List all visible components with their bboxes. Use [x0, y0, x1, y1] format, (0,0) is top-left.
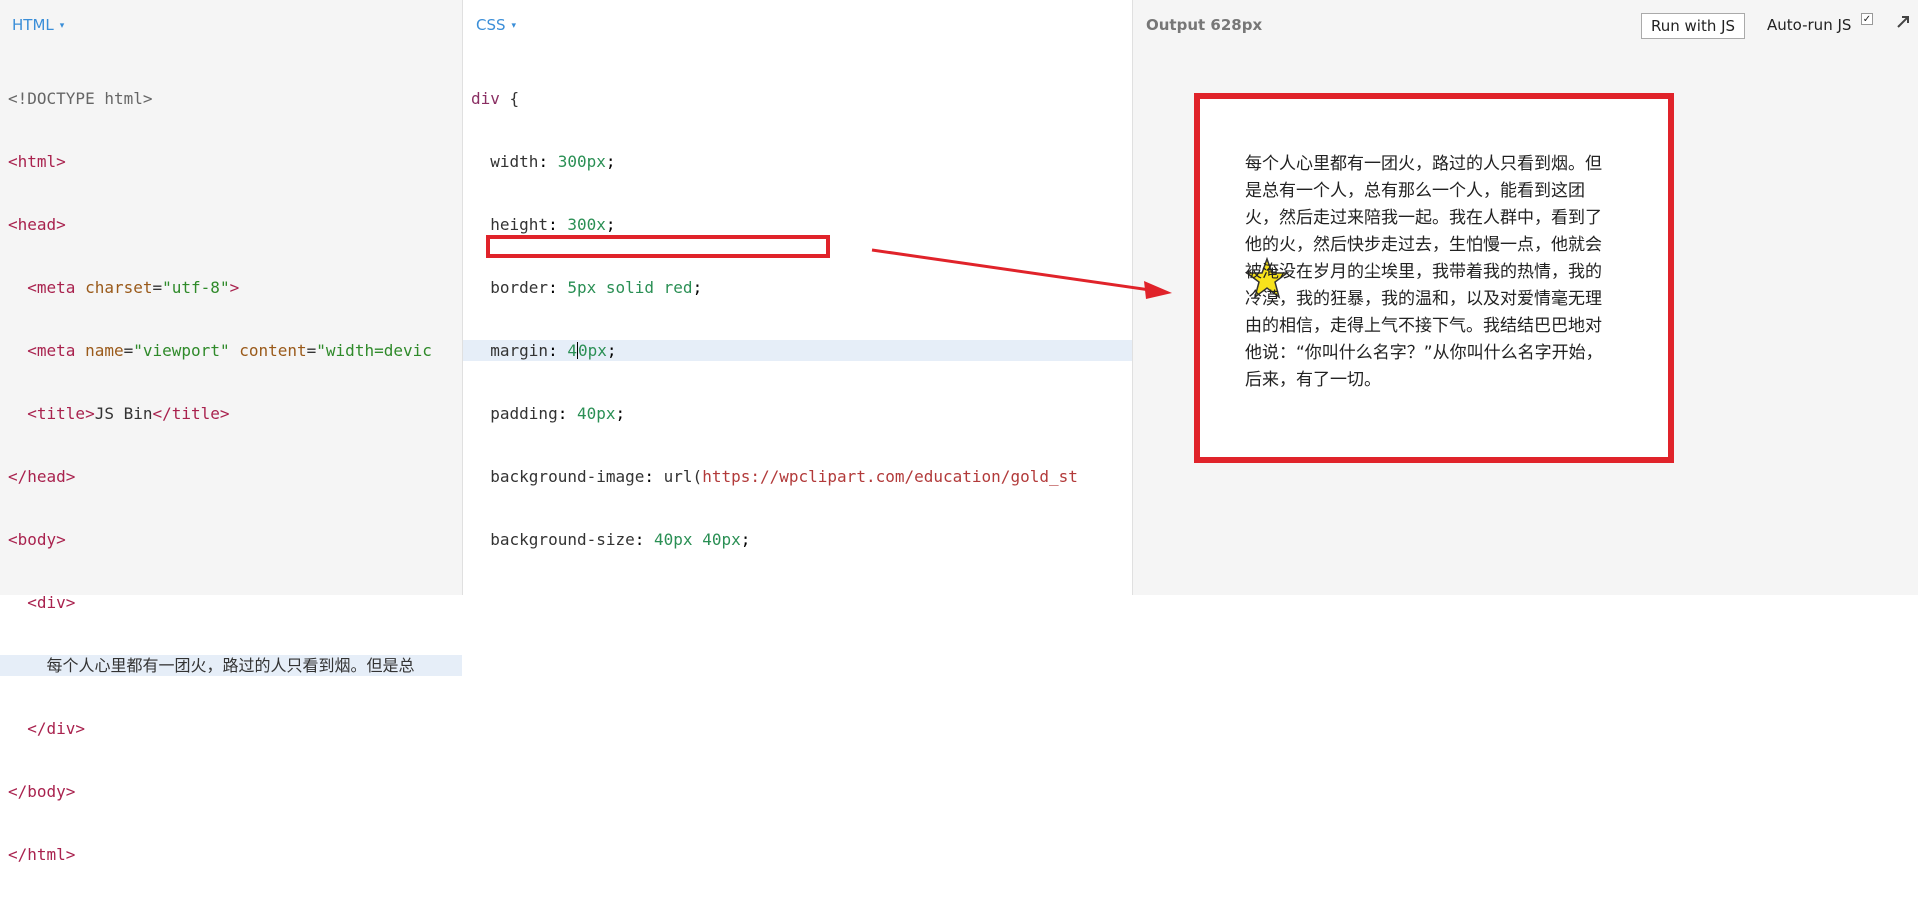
- chevron-down-icon[interactable]: ▾: [60, 21, 65, 31]
- rendered-div-box: 每个人心里都有一团火，路过的人只看到烟。但是总有一个人，总有那么一个人，能看到这…: [1194, 93, 1674, 463]
- css-panel-label[interactable]: CSS ▾: [476, 16, 516, 34]
- code-line: <title>JS Bin</title>: [8, 404, 230, 423]
- code-line: <!DOCTYPE html>: [8, 89, 153, 108]
- css-code[interactable]: div { width: 300px; height: 300x; border…: [463, 46, 1132, 595]
- code-line: padding: 40px;: [490, 404, 626, 423]
- output-title: Output 628px: [1146, 16, 1263, 34]
- expand-icon[interactable]: [1893, 12, 1913, 32]
- code-line: width: 300px;: [490, 152, 616, 171]
- output-panel: Output 628px Run with JS Auto-run JS ✓ 每…: [1133, 0, 1918, 595]
- code-line-active: 每个人心里都有一团火，路过的人只看到烟。但是总: [0, 655, 462, 676]
- code-line: height: 300x;: [490, 215, 616, 234]
- code-line: border: 5px solid red;: [490, 278, 703, 297]
- annotation-highlight-box: [486, 235, 830, 258]
- code-line: <meta charset="utf-8">: [8, 278, 240, 297]
- autorun-checkbox[interactable]: ✓: [1861, 13, 1873, 25]
- code-line: </div>: [8, 719, 86, 738]
- html-code[interactable]: <!DOCTYPE html> <html> <head> <meta char…: [0, 46, 462, 907]
- run-with-js-button[interactable]: Run with JS: [1641, 13, 1746, 39]
- rendered-text: 每个人心里都有一团火，路过的人只看到烟。但是总有一个人，总有那么一个人，能看到这…: [1245, 154, 1603, 390]
- code-line: <head>: [8, 215, 66, 234]
- css-editor-panel[interactable]: CSS ▾ div { width: 300px; height: 300x; b…: [463, 0, 1133, 595]
- code-line: </head>: [8, 467, 76, 486]
- html-editor-panel[interactable]: HTML ▾ <!DOCTYPE html> <html> <head> <met…: [0, 0, 463, 864]
- code-line: background-size: 40px 40px;: [490, 530, 751, 549]
- autorun-label[interactable]: Auto-run JS: [1767, 16, 1851, 34]
- html-panel-label[interactable]: HTML ▾: [12, 16, 64, 34]
- chevron-down-icon[interactable]: ▾: [512, 21, 517, 31]
- code-line-active: margin: 40px;: [463, 340, 1132, 361]
- code-line: background-image: url(https://wpclipart.…: [490, 467, 1078, 486]
- code-line: div {: [471, 89, 520, 108]
- html-label-text: HTML: [12, 16, 54, 34]
- code-line: <body>: [8, 530, 66, 549]
- code-line: <meta name="viewport" content="width=dev…: [8, 341, 432, 360]
- code-line: </body>: [8, 782, 76, 801]
- code-line: <html>: [8, 152, 66, 171]
- code-line: <div>: [8, 593, 76, 612]
- css-label-text: CSS: [476, 16, 506, 34]
- code-line: </html>: [8, 845, 76, 864]
